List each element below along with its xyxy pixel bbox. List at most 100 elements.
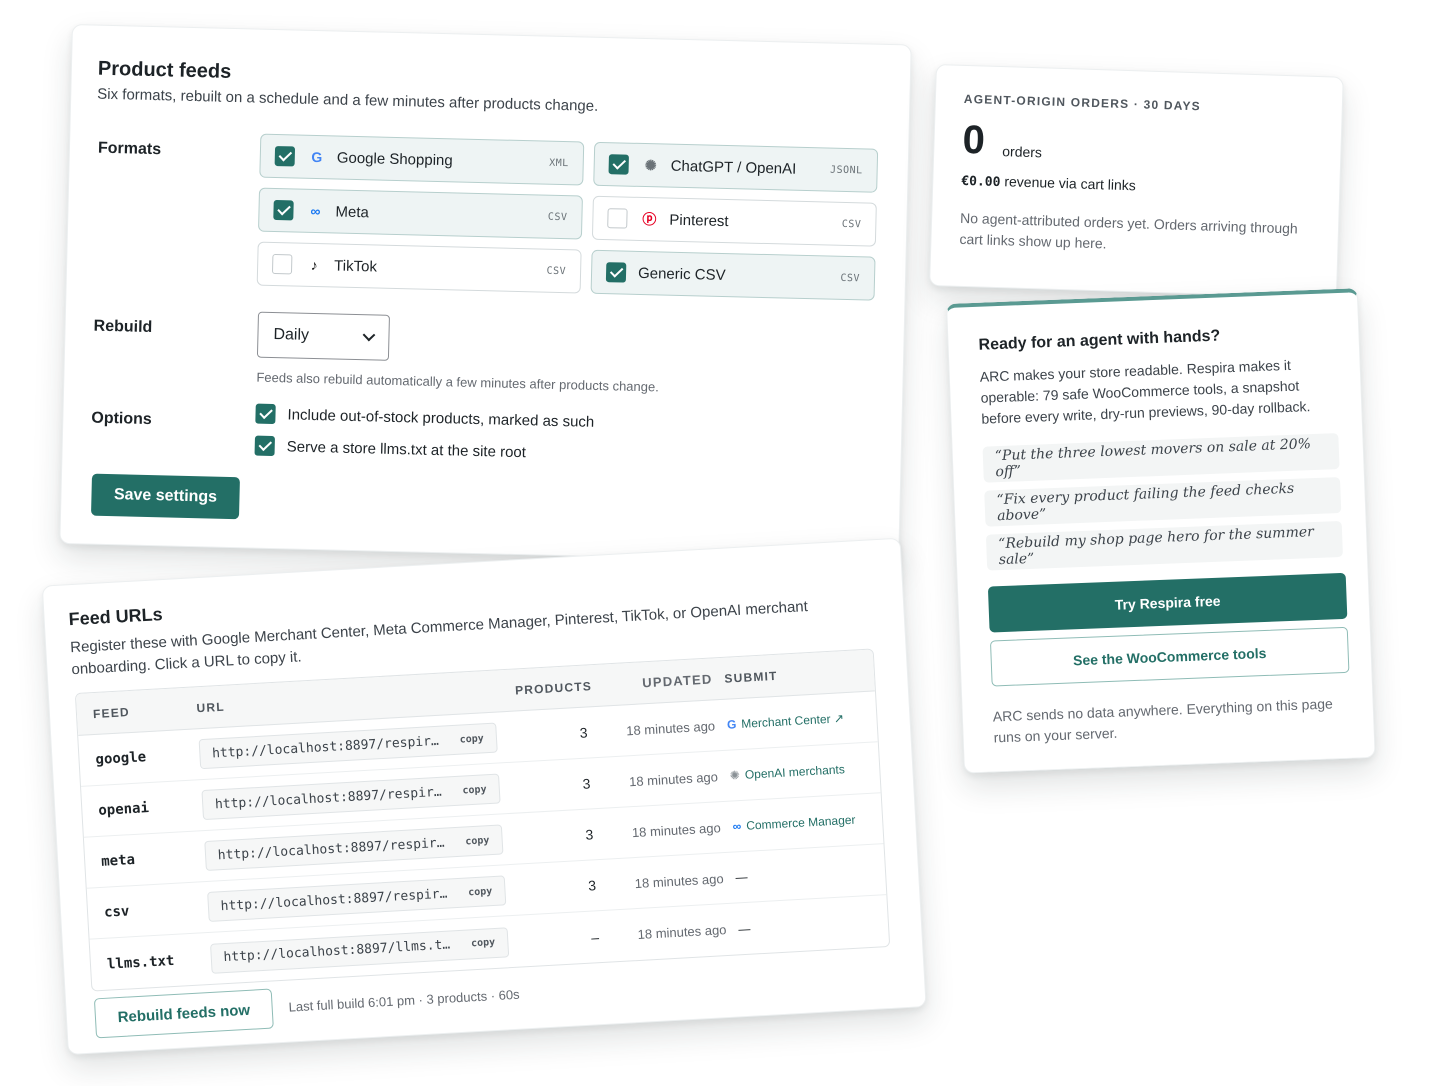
feed-url-copy[interactable]: http://localhost:8897/llms.t… copy	[209, 926, 509, 974]
submit-link[interactable]: ∞ Commerce Manager	[732, 811, 882, 834]
feed-url-copy[interactable]: http://localhost:8897/respir… copy	[204, 824, 504, 872]
format-name: Pinterest	[669, 211, 729, 230]
feed-urls-card: Feed URLs Register these with Google Mer…	[41, 537, 927, 1055]
rebuild-feeds-button[interactable]: Rebuild feeds now	[93, 988, 274, 1039]
format-generic-csv[interactable]: Generic CSV CSV	[590, 249, 876, 301]
try-respira-button[interactable]: Try Respira free	[987, 572, 1348, 633]
pinterest-icon: ⓟ	[642, 210, 657, 228]
header-updated: UPDATED	[641, 671, 713, 691]
feed-urls-table: FEED URL PRODUCTS UPDATED SUBMIT google …	[74, 648, 891, 992]
format-type: CSV	[841, 218, 862, 230]
example-prompt: “Rebuild my shop page hero for the summe…	[985, 520, 1344, 571]
orders-note: No agent-attributed orders yet. Orders a…	[959, 209, 1298, 252]
feed-url-copy[interactable]: http://localhost:8897/respir… copy	[198, 722, 498, 770]
product-count: –	[590, 928, 600, 946]
submit-link[interactable]: G Merchant Center ↗	[726, 709, 877, 732]
product-count: 3	[584, 826, 594, 843]
copy-label: copy	[465, 834, 490, 847]
copy-label: copy	[462, 783, 487, 797]
feed-url: http://localhost:8897/llms.t…	[223, 937, 451, 966]
orders-kicker: AGENT-ORIGIN ORDERS · 30 DAYS	[963, 91, 1202, 114]
format-pinterest[interactable]: ⓟ Pinterest CSV	[591, 195, 877, 247]
feed-url: http://localhost:8897/respir…	[214, 784, 443, 812]
google-icon: G	[311, 148, 323, 166]
format-tiktok[interactable]: ♪ TikTok CSV	[256, 241, 582, 294]
meta-icon: ∞	[732, 819, 742, 834]
feed-url-copy[interactable]: http://localhost:8897/respir… copy	[206, 875, 507, 922]
formats-label: Formats	[97, 139, 162, 159]
rebuild-select[interactable]: Daily	[256, 311, 390, 361]
feed-url: http://localhost:8897/respir…	[211, 733, 440, 761]
format-name: ChatGPT / OpenAI	[670, 157, 797, 178]
openai-icon: ✺	[644, 156, 657, 173]
checkbox[interactable]	[605, 262, 627, 283]
option-llms-txt[interactable]: Serve a store llms.txt at the site root	[254, 435, 527, 463]
format-type: CSV	[840, 272, 861, 284]
checkbox[interactable]	[254, 435, 275, 457]
feed-name: google	[95, 749, 147, 768]
format-chatgpt-openai[interactable]: ✺ ChatGPT / OpenAI JSONL	[593, 141, 879, 193]
product-count: 3	[582, 775, 591, 792]
feed-name: openai	[97, 800, 150, 819]
see-woocommerce-tools-button[interactable]: See the WooCommerce tools	[989, 626, 1350, 687]
save-settings-button[interactable]: Save settings	[90, 473, 240, 520]
updated-time: 18 minutes ago	[637, 922, 727, 943]
checkbox[interactable]	[608, 154, 629, 175]
product-feeds-card: Product feeds Six formats, rebuilt on a …	[59, 24, 912, 565]
orders-count: 0	[961, 117, 986, 163]
rebuild-value: Daily	[273, 326, 310, 344]
submit-label: Commerce Manager	[745, 812, 856, 833]
submit-label: OpenAI merchants	[744, 762, 846, 782]
format-name: Generic CSV	[637, 264, 726, 284]
checkbox[interactable]	[255, 403, 276, 425]
header-products: PRODUCTS	[514, 678, 593, 697]
updated-time: 18 minutes ago	[628, 768, 719, 789]
orders-count-label: orders	[1002, 143, 1043, 161]
feed-url: http://localhost:8897/respir…	[217, 835, 445, 863]
header-feed: FEED	[92, 704, 131, 721]
respira-promo-card: Ready for an agent with hands? ARC makes…	[946, 288, 1376, 774]
revenue-label: revenue via cart links	[1004, 173, 1137, 194]
google-icon: G	[726, 717, 737, 732]
last-build-status: Last full build 6:01 pm · 3 products · 6…	[288, 986, 520, 1015]
promo-body: ARC makes your store readable. Respira m…	[979, 356, 1311, 427]
submit-none: —	[738, 921, 751, 936]
format-type: XML	[549, 157, 569, 169]
header-submit: SUBMIT	[724, 668, 778, 686]
options-label: Options	[91, 409, 153, 429]
submit-none: —	[735, 869, 748, 885]
option-label: Include out-of-stock products, marked as…	[287, 405, 595, 431]
product-feeds-subtitle: Six formats, rebuilt on a schedule and a…	[97, 85, 599, 115]
copy-label: copy	[459, 732, 485, 746]
example-prompt: “Fix every product failing the feed chec…	[984, 477, 1342, 527]
checkbox[interactable]	[607, 208, 628, 229]
feed-url-copy[interactable]: http://localhost:8897/respir… copy	[201, 773, 501, 821]
feed-url: http://localhost:8897/respir…	[220, 886, 448, 914]
checkbox[interactable]	[273, 199, 294, 221]
updated-time: 18 minutes ago	[634, 870, 724, 891]
checkbox[interactable]	[271, 253, 293, 275]
product-count: 3	[587, 877, 597, 894]
format-name: Google Shopping	[336, 149, 453, 169]
format-type: CSV	[547, 211, 568, 223]
header-url: URL	[196, 699, 226, 715]
agent-orders-card: AGENT-ORIGIN ORDERS · 30 DAYS 0 orders €…	[929, 64, 1344, 299]
option-out-of-stock[interactable]: Include out-of-stock products, marked as…	[255, 403, 595, 432]
format-name: TikTok	[333, 256, 378, 276]
revenue-amount: €0.00	[961, 173, 1001, 191]
meta-icon: ∞	[310, 202, 321, 220]
checkbox[interactable]	[274, 145, 296, 167]
feed-name: llms.txt	[106, 952, 175, 973]
format-google-shopping[interactable]: G Google Shopping XML	[259, 133, 585, 186]
format-meta[interactable]: ∞ Meta CSV	[257, 187, 583, 240]
tiktok-icon: ♪	[310, 256, 318, 274]
orders-revenue: €0.00 revenue via cart links	[961, 172, 1136, 194]
feed-urls-title: Feed URLs	[68, 604, 164, 630]
option-label: Serve a store llms.txt at the site root	[286, 437, 527, 461]
rebuild-hint: Feeds also rebuild automatically a few m…	[256, 369, 659, 395]
privacy-note: ARC sends no data anywhere. Everything o…	[992, 695, 1334, 746]
submit-label: Merchant Center ↗	[740, 711, 845, 731]
promo-title: Ready for an agent with hands?	[978, 327, 1221, 354]
feed-name: meta	[100, 851, 136, 870]
submit-link[interactable]: ✺ OpenAI merchants	[729, 760, 879, 782]
